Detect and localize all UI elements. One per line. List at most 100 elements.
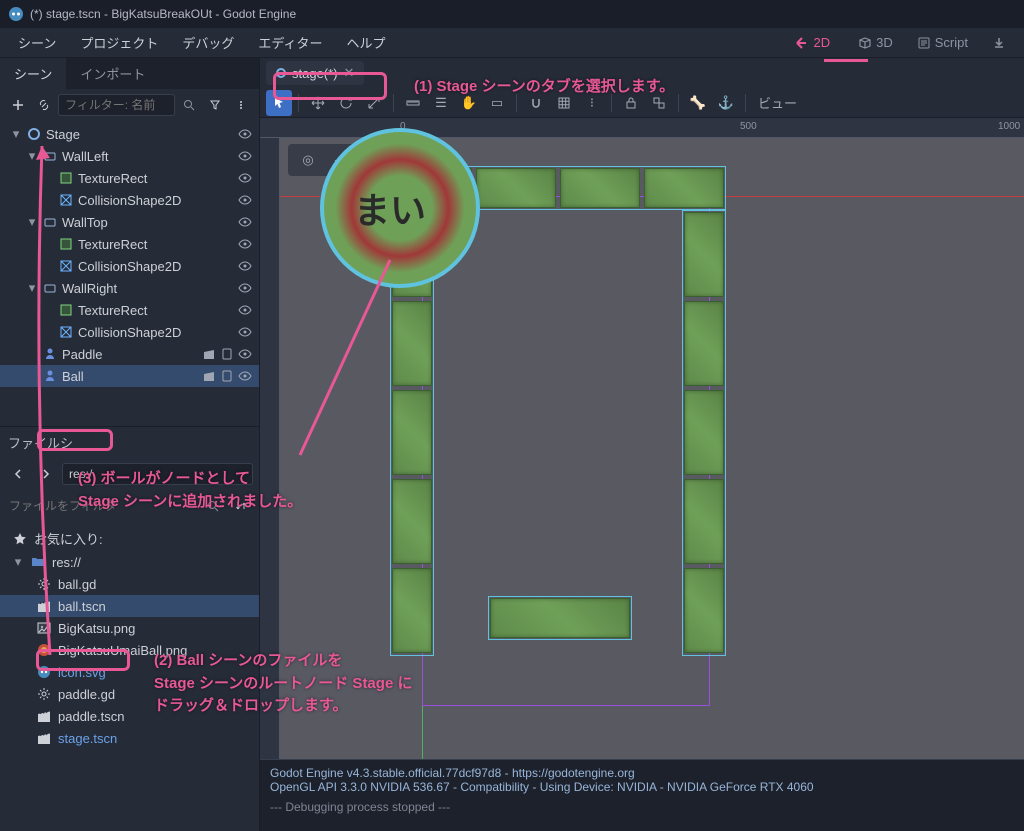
fs-path[interactable]: res:/	[62, 463, 253, 485]
bone-tool[interactable]: 🦴	[685, 90, 711, 116]
fs-file-BigKatsu-png[interactable]: BigKatsu.png	[0, 617, 259, 639]
tree-node-paddle[interactable]: Paddle	[0, 343, 259, 365]
chevron-icon	[26, 370, 38, 382]
fs-file-icon-svg[interactable]: icon.svg	[0, 661, 259, 683]
tree-node-wallright[interactable]: ▾WallRight	[0, 277, 259, 299]
add-node-button[interactable]	[6, 93, 30, 117]
group-tool[interactable]	[646, 90, 672, 116]
tree-node-wallleft[interactable]: ▾WallLeft	[0, 145, 259, 167]
mode-download-icon[interactable]	[982, 32, 1016, 54]
eye-icon[interactable]	[237, 214, 253, 230]
fs-search-icon[interactable]	[201, 494, 225, 518]
center-view-button[interactable]: ◎	[296, 148, 320, 172]
fs-file-label: BigKatsu.png	[58, 621, 135, 636]
fs-file-BigKatsuUmaiBall-png[interactable]: BigKatsuUmaiBall.png	[0, 639, 259, 661]
filesystem-filter-row	[0, 490, 259, 522]
tab-import[interactable]: インポート	[66, 58, 159, 89]
pan-tool[interactable]: ✋	[456, 90, 482, 116]
fs-sort-icon[interactable]	[229, 494, 253, 518]
close-icon[interactable]: ✕	[344, 65, 355, 81]
output-panel[interactable]: Godot Engine v4.3.stable.official.77dcf9…	[260, 759, 1024, 831]
fs-file-paddle-gd[interactable]: paddle.gd	[0, 683, 259, 705]
menu-project[interactable]: プロジェクト	[70, 29, 168, 56]
tab-scene[interactable]: シーン	[0, 58, 66, 89]
scene-filter-input[interactable]	[58, 94, 175, 116]
fs-file-stage-tscn[interactable]: stage.tscn	[0, 727, 259, 749]
script-icon[interactable]	[219, 368, 235, 384]
node-label: WallLeft	[62, 149, 233, 164]
script-icon[interactable]	[219, 346, 235, 362]
eye-icon[interactable]	[237, 148, 253, 164]
snap-options-icon[interactable]: ⁝	[579, 90, 605, 116]
fs-root[interactable]: ▾ res://	[0, 551, 259, 573]
eye-icon[interactable]	[237, 170, 253, 186]
scale-tool[interactable]	[361, 90, 387, 116]
link-node-button[interactable]	[32, 93, 56, 117]
center-panel: stage(*) ✕ ☰ ✋ ▭ ⁝ 🦴 ⚓ ビュー	[260, 58, 1024, 831]
filesystem-path-row: res:/	[0, 458, 259, 490]
fs-file-paddle-tscn[interactable]: paddle.tscn	[0, 705, 259, 727]
mode-script[interactable]: Script	[907, 31, 978, 54]
more-icon[interactable]	[229, 93, 253, 117]
select-tool[interactable]	[266, 90, 292, 116]
image-rd-icon	[36, 642, 52, 658]
tree-node-ball[interactable]: Ball	[0, 365, 259, 387]
fs-favorites[interactable]: お気に入り:	[0, 526, 259, 551]
grid-toggle[interactable]	[551, 90, 577, 116]
eye-icon[interactable]	[237, 346, 253, 362]
tree-node-collisionshape2d[interactable]: CollisionShape2D	[0, 255, 259, 277]
clapper-icon[interactable]	[201, 346, 217, 362]
mode-3d[interactable]: 3D	[848, 31, 903, 54]
clapper-icon[interactable]	[201, 368, 217, 384]
eye-icon[interactable]	[237, 258, 253, 274]
viewport-toolbar: ☰ ✋ ▭ ⁝ 🦴 ⚓ ビュー	[260, 88, 1024, 118]
eye-icon[interactable]	[237, 280, 253, 296]
tree-node-stage[interactable]: ▾Stage	[0, 123, 259, 145]
canvas[interactable]: ◎ − 53 % + まい	[280, 138, 1024, 759]
fs-file-ball-tscn[interactable]: ball.tscn	[0, 595, 259, 617]
fs-filter-input[interactable]	[6, 496, 197, 516]
lock-tool[interactable]	[618, 90, 644, 116]
tree-node-collisionshape2d[interactable]: CollisionShape2D	[0, 321, 259, 343]
move-tool[interactable]	[305, 90, 331, 116]
view-menu[interactable]: ビュー	[752, 93, 803, 112]
eye-icon[interactable]	[237, 126, 253, 142]
tree-node-walltop[interactable]: ▾WallTop	[0, 211, 259, 233]
snap-toggle[interactable]	[523, 90, 549, 116]
search-icon[interactable]	[177, 93, 201, 117]
scene-tree[interactable]: ▾Stage▾WallLeftTextureRectCollisionShape…	[0, 121, 259, 426]
eye-icon[interactable]	[237, 302, 253, 318]
tree-node-texturerect[interactable]: TextureRect	[0, 233, 259, 255]
fs-back-button[interactable]	[6, 462, 30, 486]
eye-icon[interactable]	[237, 368, 253, 384]
eye-icon[interactable]	[237, 324, 253, 340]
menu-help[interactable]: ヘルプ	[336, 29, 395, 56]
eye-icon[interactable]	[237, 236, 253, 252]
rotate-tool[interactable]	[333, 90, 359, 116]
filter-icon[interactable]	[203, 93, 227, 117]
menu-editor[interactable]: エディター	[248, 29, 332, 56]
scene-tab-stage[interactable]: stage(*) ✕	[266, 61, 364, 85]
folder-icon	[30, 554, 46, 570]
filesystem-tree[interactable]: お気に入り: ▾ res:// ball.gdball.tscn BigKatsu…	[0, 522, 259, 831]
fs-fwd-button[interactable]	[34, 462, 58, 486]
tree-node-collisionshape2d[interactable]: CollisionShape2D	[0, 189, 259, 211]
fs-file-ball-gd[interactable]: ball.gd	[0, 573, 259, 595]
eye-icon[interactable]	[237, 192, 253, 208]
tree-node-texturerect[interactable]: TextureRect	[0, 167, 259, 189]
list-tool[interactable]: ☰	[428, 90, 454, 116]
output-line: --- Debugging process stopped ---	[270, 800, 1014, 814]
scene-toolbar	[0, 89, 259, 121]
fs-file-label: paddle.tscn	[58, 709, 125, 724]
anchor-tool[interactable]: ⚓	[713, 90, 739, 116]
ruler-tool[interactable]	[400, 90, 426, 116]
node-label: TextureRect	[78, 171, 233, 186]
tree-node-texturerect[interactable]: TextureRect	[0, 299, 259, 321]
menu-scene[interactable]: シーン	[8, 29, 66, 56]
texturerect-icon	[58, 302, 74, 318]
rect-tool[interactable]: ▭	[484, 90, 510, 116]
viewport[interactable]: 0 500 1000	[260, 118, 1024, 759]
menu-debug[interactable]: デバッグ	[172, 29, 244, 56]
gear-icon	[36, 576, 52, 592]
mode-2d[interactable]: 2D	[786, 31, 845, 54]
